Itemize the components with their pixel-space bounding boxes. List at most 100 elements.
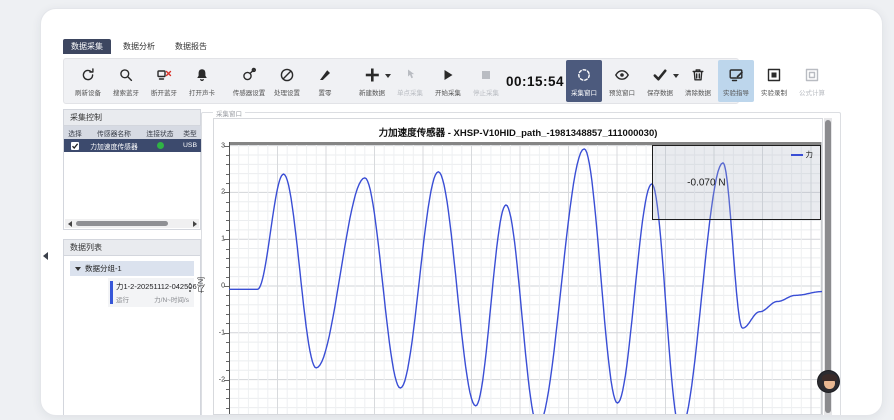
toolbar-button-label: 采集窗口	[571, 87, 597, 97]
record-button[interactable]: 实验录制	[756, 60, 792, 102]
user-avatar[interactable]	[817, 370, 840, 393]
chart-legend: 力	[791, 149, 814, 160]
formula-icon	[804, 66, 820, 85]
toolbar-button-label: 预览窗口	[609, 87, 635, 97]
toolbar-button-label: 实验指导	[723, 87, 749, 97]
data-item-axes: 力/N~时间/s	[154, 294, 189, 304]
experiment-guide-icon	[728, 66, 744, 85]
tab-2[interactable]: 数据报告	[167, 39, 215, 54]
bluetooth-disconnect-icon	[156, 66, 172, 85]
save-check-button[interactable]: 保存数据	[642, 60, 678, 102]
current-reading-label: -0.070 N	[687, 178, 725, 189]
process-settings-button[interactable]: 处理设置	[269, 60, 305, 102]
refresh-button[interactable]: 刷新设备	[70, 60, 106, 102]
scroll-right-icon[interactable]	[190, 219, 199, 228]
stop-icon	[478, 66, 494, 85]
single-point-button: 单点采集	[392, 60, 428, 102]
toolbar-button-label: 实验录制	[761, 87, 787, 97]
sensor-table: 选择传感器名称连接状态类型 力加速度传感器 USB	[64, 126, 202, 152]
zero-icon	[317, 66, 333, 85]
capture-window-icon	[576, 66, 592, 85]
scrollbar-thumb[interactable]	[76, 221, 168, 226]
toolbar-button-label: 断开蓝牙	[151, 87, 177, 97]
data-item-status: 运行	[116, 294, 129, 304]
y-axis-ticks: 3210-1-2	[214, 142, 229, 414]
sensor-type: USB	[178, 139, 202, 152]
main-tabs: 数据采集数据分析数据报告	[63, 39, 215, 54]
y-axis-title: 力[N]	[197, 277, 207, 293]
process-settings-icon	[279, 66, 295, 85]
data-list-item[interactable]: 力1-2-20251112-042506 运行 力/N~时间/s	[108, 278, 194, 307]
sensor-col-header: 传感器名称	[86, 126, 142, 139]
legend-line-swatch	[791, 154, 803, 156]
legend-series-label: 力	[806, 149, 814, 160]
play-button[interactable]: 开始采集	[430, 60, 466, 102]
item-accent-bar	[110, 281, 113, 304]
zero-button[interactable]: 置零	[307, 60, 343, 102]
capture-window-group-label: 采集窗口	[213, 108, 245, 118]
single-point-icon	[402, 66, 418, 85]
sensor-name: 力加速度传感器	[86, 139, 142, 152]
chart-title: 力加速度传感器 - XHSP-V10HID_path_-1981348857_1…	[214, 125, 822, 139]
acquisition-control-panel: 采集控制 选择传感器名称连接状态类型 力加速度传感器 USB	[63, 109, 201, 230]
chart-canvas[interactable]: 力加速度传感器 - XHSP-V10HID_path_-1981348857_1…	[213, 118, 823, 415]
eye-icon	[614, 66, 630, 85]
sensor-checkbox[interactable]	[71, 142, 79, 150]
toolbar-button-label: 打开声卡	[189, 87, 215, 97]
sensor-col-header: 连接状态	[142, 126, 178, 139]
data-item-name: 力1-2-20251112-042506	[116, 281, 189, 292]
toolbar-button-label: 单点采集	[397, 87, 423, 97]
sensor-settings-icon	[241, 66, 257, 85]
trash-button[interactable]: 清除数据	[680, 60, 716, 102]
save-check-icon	[652, 66, 668, 85]
toolbar-button-label: 搜索蓝牙	[113, 87, 139, 97]
search-button[interactable]: 搜索蓝牙	[108, 60, 144, 102]
play-icon	[440, 66, 456, 85]
data-group-row[interactable]: 数据分组-1	[70, 261, 194, 276]
trash-icon	[690, 66, 706, 85]
acquisition-control-title: 采集控制	[64, 110, 200, 126]
experiment-guide-button[interactable]: 实验指导	[718, 60, 754, 102]
item-menu-icon[interactable]	[189, 283, 191, 292]
scroll-left-icon[interactable]	[65, 219, 74, 228]
toolbar-button-label: 开始采集	[435, 87, 461, 97]
dropdown-caret-icon[interactable]	[673, 74, 679, 78]
add-icon	[364, 66, 380, 85]
sensor-table-row[interactable]: 力加速度传感器 USB	[64, 139, 202, 152]
tab-1[interactable]: 数据分析	[115, 39, 163, 54]
stop-button: 停止采集	[468, 60, 504, 102]
tab-0[interactable]: 数据采集	[63, 39, 111, 54]
record-icon	[766, 66, 782, 85]
app-window: 数据采集数据分析数据报告 刷新设备 搜索蓝牙 断开蓝牙 打开声卡 传感器设置处理设置 置零…	[40, 8, 883, 416]
sound-card-button[interactable]: 打开声卡	[184, 60, 220, 102]
toolbar-button-label: 保存数据	[647, 87, 673, 97]
panel-collapse-icon[interactable]	[43, 252, 48, 260]
toolbar-button-label: 停止采集	[473, 87, 499, 97]
toolbar-button-label: 公式计算	[799, 87, 825, 97]
toolbar-button-label: 刷新设备	[75, 87, 101, 97]
add-button[interactable]: 新建数据	[354, 60, 390, 102]
sensor-col-header: 选择	[64, 126, 86, 139]
toolbar-button-label: 置零	[319, 87, 332, 97]
toolbar-button-label: 处理设置	[274, 87, 300, 97]
chevron-down-icon	[75, 267, 81, 271]
capture-window-button[interactable]: 采集窗口	[566, 60, 602, 102]
dropdown-caret-icon[interactable]	[385, 74, 391, 78]
acquisition-timer: 00:15:54	[506, 74, 564, 89]
data-group-label: 数据分组-1	[85, 263, 122, 274]
horizontal-scrollbar[interactable]	[65, 219, 199, 228]
status-dot	[157, 142, 164, 149]
data-list-title: 数据列表	[64, 240, 200, 256]
refresh-icon	[80, 66, 96, 85]
toolbar-button-label: 新建数据	[359, 87, 385, 97]
toolbar-button-label: 传感器设置	[233, 87, 266, 97]
data-list-panel: 数据列表 数据分组-1 力1-2-20251112-042506 运行 力/N~…	[63, 239, 201, 415]
eye-button[interactable]: 预览窗口	[604, 60, 640, 102]
avatar-hair	[822, 374, 837, 381]
formula-button: 公式计算	[794, 60, 830, 102]
sensor-settings-button[interactable]: 传感器设置	[231, 60, 267, 102]
bluetooth-disconnect-button[interactable]: 断开蓝牙	[146, 60, 182, 102]
sound-card-icon	[194, 66, 210, 85]
sensor-col-header: 类型	[178, 126, 202, 139]
plot-area[interactable]: -0.070 N 力	[229, 142, 822, 414]
